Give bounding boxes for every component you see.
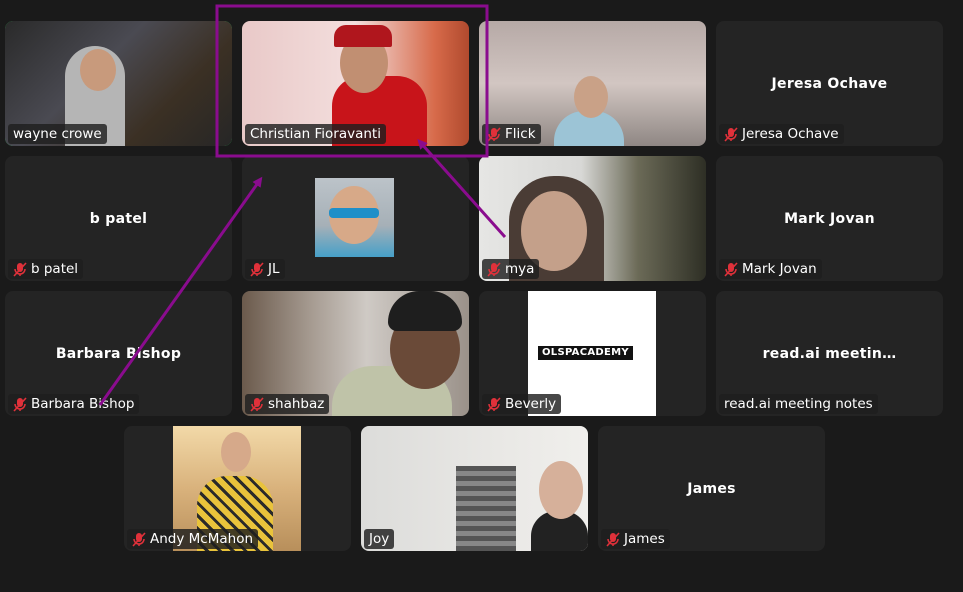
name-label: Andy McMahon	[127, 529, 259, 549]
mic-muted-icon	[250, 261, 264, 277]
participant-tile-jeresa-ochave[interactable]: Jeresa Ochave Jeresa Ochave	[716, 21, 943, 146]
mic-muted-icon	[13, 261, 27, 277]
participant-tile-andy-mcmahon[interactable]: Andy McMahon	[124, 426, 351, 551]
participant-name: Jeresa Ochave	[771, 75, 888, 92]
participant-tile-wayne-crowe[interactable]: wayne crowe	[5, 21, 232, 146]
name-label: mya	[482, 259, 540, 279]
participant-tile-mya[interactable]: mya	[479, 156, 706, 281]
participant-name: read.ai meetin…	[762, 345, 897, 362]
mic-muted-icon	[13, 396, 27, 412]
name-label: JL	[245, 259, 285, 279]
participant-tile-joy[interactable]: Joy	[361, 426, 588, 551]
participant-tile-beverly[interactable]: OLSPACADEMY Beverly	[479, 291, 706, 416]
mic-muted-icon	[487, 396, 501, 412]
participant-tile-barbara-bishop[interactable]: Barbara Bishop Barbara Bishop	[5, 291, 232, 416]
mic-muted-icon	[724, 126, 738, 142]
participant-tile-jl[interactable]: JL	[242, 156, 469, 281]
name-label: wayne crowe	[8, 124, 107, 144]
participant-name: James	[687, 480, 736, 497]
participant-name: Mark Jovan	[784, 210, 875, 227]
video-feed	[361, 426, 588, 551]
name-label: Christian Fioravanti	[245, 124, 386, 144]
name-label: Jeresa Ochave	[719, 124, 844, 144]
participant-tile-mark-jovan[interactable]: Mark Jovan Mark Jovan	[716, 156, 943, 281]
name-label: Joy	[364, 529, 395, 549]
olsp-academy-logo: OLSPACADEMY	[538, 346, 633, 360]
name-label: Beverly	[482, 394, 562, 414]
participant-name: b patel	[89, 210, 148, 227]
mic-muted-icon	[250, 396, 264, 412]
name-label: Flick	[482, 124, 541, 144]
participant-tile-b-patel[interactable]: b patel b patel	[5, 156, 232, 281]
name-label: shahbaz	[245, 394, 330, 414]
participant-name: Barbara Bishop	[55, 345, 182, 362]
mic-muted-icon	[724, 261, 738, 277]
participant-tile-flick[interactable]: Flick	[479, 21, 706, 146]
mic-muted-icon	[487, 126, 501, 142]
name-label: read.ai meeting notes	[719, 394, 878, 414]
name-label: b patel	[8, 259, 84, 279]
participant-tile-shahbaz[interactable]: shahbaz	[242, 291, 469, 416]
avatar	[315, 178, 394, 257]
participant-tile-read-ai[interactable]: read.ai meetin… read.ai meeting notes	[716, 291, 943, 416]
mic-muted-icon	[132, 531, 146, 547]
name-label: Barbara Bishop	[8, 394, 140, 414]
name-label: Mark Jovan	[719, 259, 822, 279]
mic-muted-icon	[606, 531, 620, 547]
mic-muted-icon	[487, 261, 501, 277]
name-label: James	[601, 529, 670, 549]
participant-tile-christian-fioravanti[interactable]: Christian Fioravanti	[242, 21, 469, 146]
participant-tile-james[interactable]: James James	[598, 426, 825, 551]
